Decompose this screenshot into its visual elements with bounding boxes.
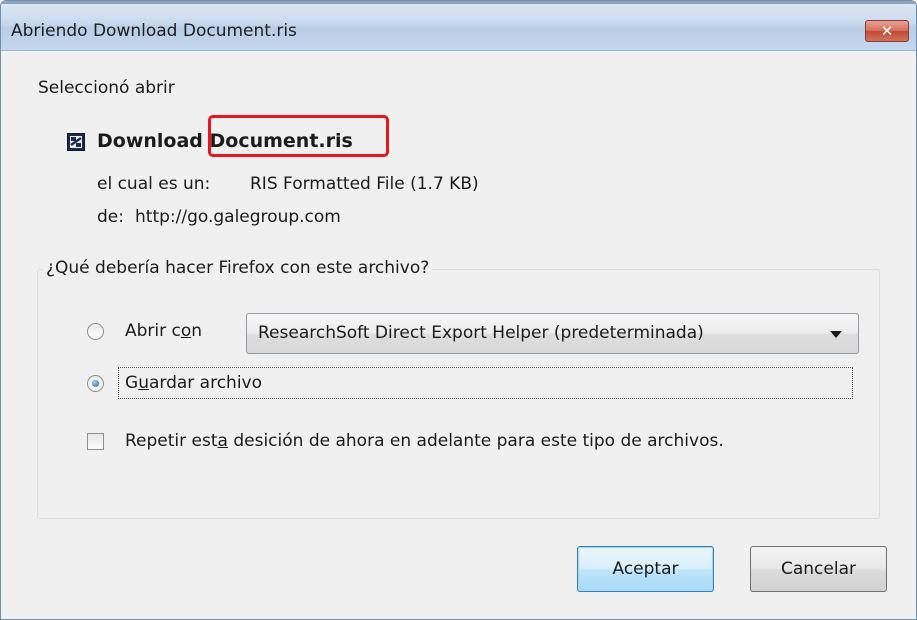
- accept-button[interactable]: Aceptar: [577, 546, 714, 592]
- file-type-value: RIS Formatted File (1.7 KB): [250, 174, 479, 194]
- remember-choice-label[interactable]: Repetir esta desición de ahora en adelan…: [125, 431, 724, 451]
- title-bar[interactable]: Abriendo Download Document.ris ✕: [1, 1, 916, 51]
- close-icon: ✕: [880, 22, 894, 40]
- file-source-value: http://go.galegroup.com: [135, 207, 341, 227]
- open-with-radio[interactable]: [87, 323, 104, 340]
- selected-open-label: Seleccionó abrir: [38, 78, 175, 98]
- document-icon: [67, 133, 85, 151]
- open-with-app-value: ResearchSoft Direct Export Helper (prede…: [258, 323, 704, 343]
- title-bar-top-edge: [1, 1, 916, 4]
- radio-selected-dot: [92, 380, 99, 387]
- action-group-legend: ¿Qué debería hacer Firefox con este arch…: [43, 258, 433, 278]
- remember-choice-checkbox[interactable]: [87, 433, 104, 450]
- save-file-label[interactable]: Guardar archivo: [125, 373, 262, 393]
- window-title: Abriendo Download Document.ris: [11, 21, 297, 41]
- open-with-label[interactable]: Abrir con: [125, 321, 202, 341]
- file-type-label: el cual es un:: [97, 174, 211, 194]
- filename-highlight-annotation: [208, 115, 389, 157]
- chevron-down-icon[interactable]: [830, 331, 842, 338]
- close-button[interactable]: ✕: [865, 20, 909, 42]
- cancel-button[interactable]: Cancelar: [750, 546, 887, 592]
- save-file-radio[interactable]: [87, 375, 104, 392]
- download-dialog: Abriendo Download Document.ris ✕ Selecci…: [0, 0, 917, 620]
- file-source-label: de:: [97, 207, 124, 227]
- open-with-app-select[interactable]: ResearchSoft Direct Export Helper (prede…: [246, 313, 859, 354]
